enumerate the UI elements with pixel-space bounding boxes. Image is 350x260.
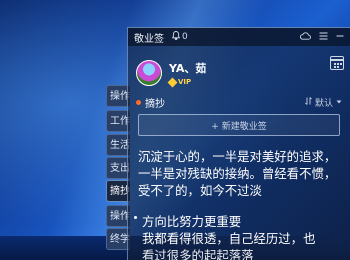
app-title: 敬业签	[134, 33, 164, 45]
sort-dropdown[interactable]: 默认	[305, 96, 342, 109]
note-item-1[interactable]: 沉淀于心的，一半是对美好的追求，一半是对残缺的接纳。曾经看不惯，受不了的，如今不…	[128, 148, 350, 199]
section-dot-icon	[136, 99, 141, 105]
note-title: 方向比努力更重要	[142, 214, 242, 229]
sort-label: 默认	[314, 98, 333, 109]
vip-badge: VIP	[167, 77, 206, 87]
notification-count: 0	[182, 32, 188, 42]
notes-panel: 敬业签 0 YA、茹 VIP 摘抄 默认 + 新建敬业签 沉淀于心的，一半是对美…	[127, 27, 350, 260]
note-line-partial: 看过很多的起起落落	[142, 248, 254, 260]
username: YA、茹	[169, 62, 207, 75]
section-header: 摘抄 默认	[128, 92, 350, 112]
note-item-2[interactable]: 方向比努力更重要 我都看得很透，自己经历过，也 看过很多的起起落落	[128, 213, 350, 260]
calendar-icon[interactable]	[330, 56, 344, 70]
bell-icon	[171, 31, 181, 43]
user-profile: YA、茹 VIP	[128, 46, 350, 92]
avatar[interactable]	[136, 60, 162, 86]
notification-area[interactable]: 0	[171, 31, 188, 43]
note-bullet	[134, 216, 137, 219]
minimize-icon[interactable]	[336, 32, 344, 43]
menu-icon[interactable]	[319, 32, 328, 43]
add-note-button[interactable]: + 新建敬业签	[138, 114, 340, 136]
note-line: 我都看得很透，自己经历过，也	[142, 231, 316, 246]
diamond-icon	[167, 77, 178, 87]
window-controls	[299, 31, 344, 43]
title-bar: 敬业签 0	[128, 28, 350, 46]
chevron-down-icon	[336, 97, 342, 107]
sort-icon	[305, 96, 312, 108]
section-label: 摘抄	[145, 98, 165, 110]
cloud-sync-icon[interactable]	[299, 31, 311, 43]
vip-label: VIP	[178, 78, 192, 86]
